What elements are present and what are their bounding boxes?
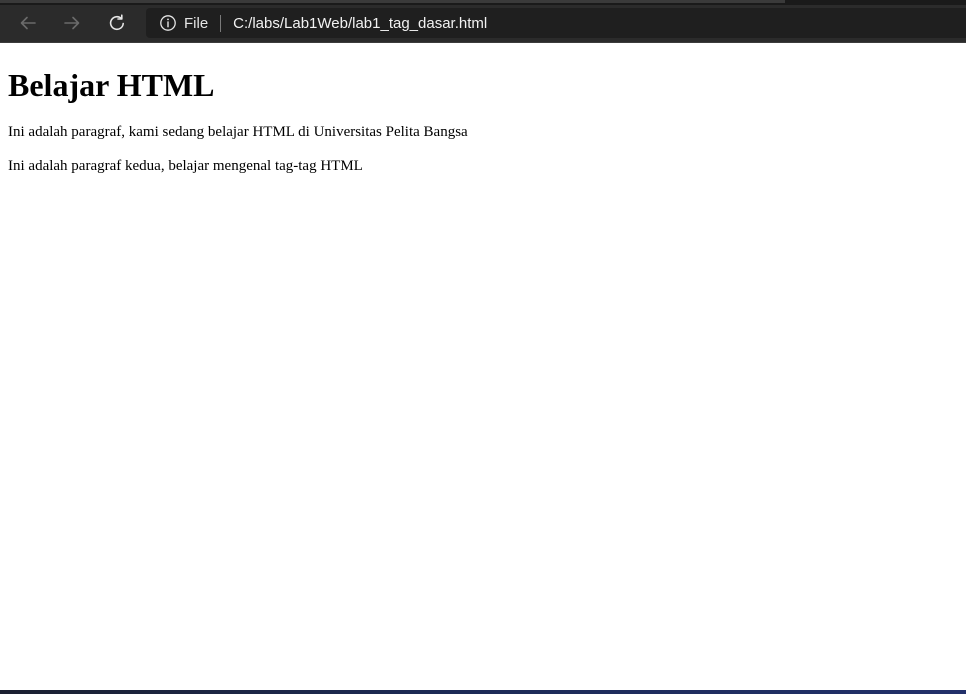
page-content: Belajar HTML Ini adalah paragraf, kami s… (0, 43, 966, 690)
arrow-right-icon (64, 16, 80, 30)
url-scheme-label: File (184, 14, 209, 32)
url-text[interactable]: C:/labs/Lab1Web/lab1_tag_dasar.html (233, 15, 487, 32)
address-separator (220, 14, 222, 32)
forward-button[interactable] (56, 8, 88, 38)
back-button[interactable] (12, 8, 44, 38)
paragraph-1: Ini adalah paragraf, kami sedang belajar… (8, 124, 468, 140)
reload-icon (109, 14, 124, 31)
page-heading: Belajar HTML (8, 67, 215, 103)
info-circle-icon[interactable] (159, 14, 177, 32)
paragraph-2: Ini adalah paragraf kedua, belajar menge… (8, 158, 363, 174)
taskbar-edge (0, 690, 966, 694)
arrow-left-icon (20, 16, 36, 30)
address-bar[interactable]: File C:/labs/Lab1Web/lab1_tag_dasar.html (146, 8, 966, 38)
reload-button[interactable] (101, 8, 133, 38)
tab-strip-edge (0, 0, 785, 3)
browser-toolbar: File C:/labs/Lab1Web/lab1_tag_dasar.html (0, 5, 966, 43)
